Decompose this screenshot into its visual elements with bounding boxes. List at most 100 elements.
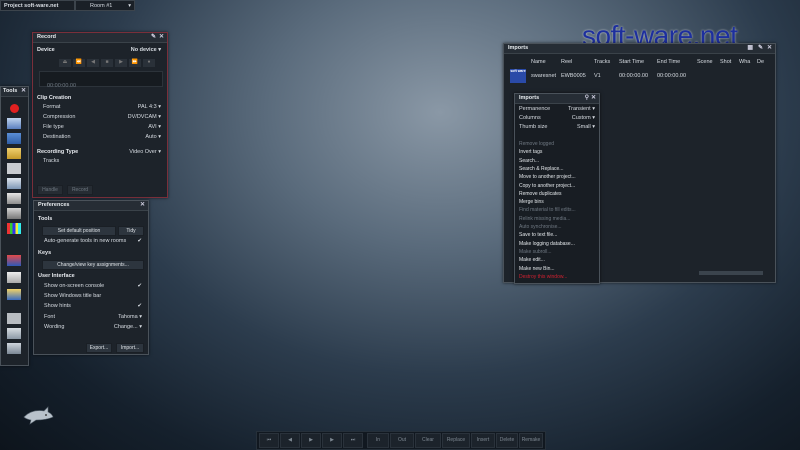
close-icon[interactable]: ✕ [140, 201, 145, 210]
delete-button[interactable]: Delete [496, 433, 518, 448]
export-button[interactable]: Export... [86, 343, 112, 353]
room-tab[interactable]: Room #1 ▾ [75, 0, 135, 11]
tray-tool-icon[interactable] [7, 208, 21, 219]
menu-item[interactable]: Copy to another project... [519, 182, 597, 190]
menu-item[interactable]: Remove duplicates [519, 190, 597, 198]
menu-item[interactable]: Make logging database... [519, 240, 597, 248]
grid-tool-icon[interactable] [7, 163, 21, 174]
handle-button[interactable]: Handle [37, 185, 63, 195]
column-header[interactable]: De [757, 58, 764, 67]
column-header[interactable]: Reel [561, 58, 572, 67]
column-header[interactable]: End Time [657, 58, 680, 67]
users-tool-icon[interactable] [7, 328, 21, 339]
view-icon[interactable]: ▦ [747, 44, 753, 53]
menu-item[interactable]: Search... [519, 157, 597, 165]
mini-stop-button[interactable]: ■ [101, 59, 113, 67]
thumb-size-row[interactable]: Thumb size Small ▾ [515, 123, 599, 132]
menu-item[interactable]: Make new Bin... [519, 265, 597, 273]
change-keys-button[interactable]: Change/view key assignments... [42, 260, 144, 270]
go-end-button[interactable]: ⏭ [343, 433, 363, 448]
clear-button[interactable]: Clear [415, 433, 441, 448]
horizontal-scrollbar[interactable] [699, 271, 763, 275]
device-select[interactable]: No device ▾ [131, 47, 161, 53]
menu-item[interactable]: Invert tags [519, 148, 597, 156]
close-icon[interactable]: ✕ [591, 94, 596, 103]
monitor-tool-icon[interactable] [7, 343, 21, 354]
sheet-tool-icon[interactable] [7, 272, 21, 283]
recording-type-select[interactable]: Video Over ▾ [129, 149, 161, 155]
mini-rewind-button[interactable]: ⏪ [73, 59, 85, 67]
printer-tool-icon[interactable] [7, 193, 21, 204]
pin-icon[interactable]: ✎ [758, 44, 763, 53]
colour-bars-tool-icon[interactable] [7, 223, 21, 234]
close-icon[interactable]: ✕ [159, 33, 164, 42]
mini-eject-button[interactable]: ⏏ [59, 59, 71, 67]
checkmark-icon: ✔ [137, 238, 142, 244]
compression-row[interactable]: Compression DV/DVCAM ▾ [33, 113, 167, 122]
pin-icon[interactable]: ✎ [151, 33, 156, 42]
menu-item[interactable]: Make subroll... [519, 248, 597, 256]
column-header[interactable]: Wha [739, 58, 750, 67]
mini-back-button[interactable]: ◀ [87, 59, 99, 67]
transfer-tool-icon[interactable] [7, 255, 21, 266]
cell-end: 00:00:00.00 [657, 73, 687, 79]
menu-item[interactable]: Merge bins [519, 198, 597, 206]
column-header[interactable]: Tracks [594, 58, 610, 67]
columns-row[interactable]: Columns Custom ▾ [515, 114, 599, 123]
table-row[interactable]: soft ware swaresnet EWB0005 V1 00:00:00.… [504, 67, 775, 87]
destination-row[interactable]: Destination Auto ▾ [33, 133, 167, 142]
wording-row[interactable]: Wording Change... ▾ [34, 323, 148, 332]
menu-item[interactable]: Make edit... [519, 256, 597, 264]
close-icon[interactable]: ✕ [21, 87, 26, 96]
step-forward-button[interactable]: ▶ [322, 433, 342, 448]
menu-item[interactable]: Move to another project... [519, 173, 597, 181]
show-hints-row[interactable]: Show hints ✔ [34, 302, 148, 311]
mini-play-button[interactable]: ▶ [115, 59, 127, 67]
mini-record-button[interactable]: ● [143, 59, 155, 67]
record-panel: Record ✎ ✕ Device No device ▾ ⏏ ⏪ ◀ ■ ▶ … [32, 32, 168, 198]
out-button[interactable]: Out [390, 433, 414, 448]
show-console-row[interactable]: Show on-screen console ✔ [34, 282, 148, 291]
column-header[interactable]: Shot [720, 58, 731, 67]
menu-item[interactable]: Auto synchronise... [519, 223, 597, 231]
record-button[interactable]: Record [67, 185, 93, 195]
in-button[interactable]: In [367, 433, 389, 448]
filetype-row[interactable]: File type AVI ▾ [33, 123, 167, 132]
column-header[interactable]: Name [531, 58, 546, 67]
transport-mini[interactable]: ⏏ ⏪ ◀ ■ ▶ ⏩ ● [59, 59, 155, 67]
window-tool-icon[interactable] [7, 178, 21, 189]
pin-icon[interactable]: ⚲ [585, 94, 589, 103]
replace-button[interactable]: Replace [442, 433, 470, 448]
autogen-row[interactable]: Auto-generate tools in new rooms ✔ [34, 237, 148, 246]
show-title-bar-row[interactable]: Show Windows title bar [34, 292, 148, 301]
step-back-button[interactable]: ◀ [280, 433, 300, 448]
play-button[interactable]: ▶ [301, 433, 321, 448]
import-button[interactable]: Import... [116, 343, 144, 353]
list-tool-icon[interactable] [7, 133, 21, 144]
menu-item[interactable]: Destroy this window... [519, 273, 597, 281]
project-tab[interactable]: Project soft-ware.net [0, 0, 75, 11]
column-header[interactable]: Start Time [619, 58, 644, 67]
insert-button[interactable]: Insert [471, 433, 495, 448]
close-icon[interactable]: ✕ [767, 44, 772, 53]
format-row[interactable]: Format PAL 4:3 ▾ [33, 103, 167, 112]
folder-tool-icon[interactable] [7, 148, 21, 159]
layout-tool-icon[interactable] [7, 313, 21, 324]
cell-start: 00:00:00.00 [619, 73, 649, 79]
menu-item[interactable]: Save to text file... [519, 231, 597, 239]
remake-button[interactable]: Remake [519, 433, 543, 448]
menu-item[interactable]: Find material to fill edits... [519, 206, 597, 214]
font-row[interactable]: Font Tahoma ▾ [34, 313, 148, 322]
permanence-row[interactable]: Permanence Transient ▾ [515, 105, 599, 114]
tidy-button[interactable]: Tidy [118, 226, 144, 236]
bin-tool-icon[interactable] [7, 118, 21, 129]
export-tool-icon[interactable] [7, 289, 21, 300]
menu-item[interactable]: Relink missing media... [519, 215, 597, 223]
mini-ff-button[interactable]: ⏩ [129, 59, 141, 67]
set-default-position-button[interactable]: Set default position [42, 226, 116, 236]
menu-item[interactable]: Remove logged [519, 140, 597, 148]
record-tool-icon[interactable] [7, 103, 21, 114]
column-header[interactable]: Scene [697, 58, 713, 67]
menu-item[interactable]: Search & Replace... [519, 165, 597, 173]
go-start-button[interactable]: ⏮ [259, 433, 279, 448]
